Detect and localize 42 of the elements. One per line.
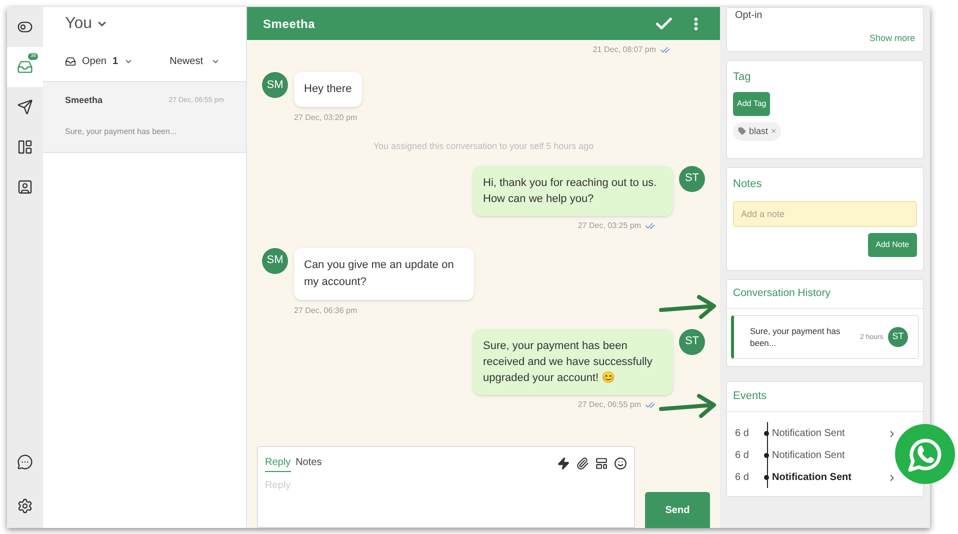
composer-tab[interactable]: Reply [265, 455, 291, 472]
message-bubble: Can you give me an update on my account? [294, 248, 474, 300]
status-filter[interactable]: Open 1 [65, 54, 134, 68]
inbox-title[interactable]: You [43, 7, 246, 41]
remove-tag-button[interactable]: × [771, 126, 776, 136]
history-text: Sure, your payment has been... [750, 325, 842, 349]
event-label: Notification Sent [772, 449, 846, 463]
event-label: Notification Sent [772, 471, 852, 485]
chat-title: Smeetha [263, 16, 316, 32]
sort-dropdown[interactable]: Newest [170, 54, 224, 68]
optin-label: Opt-in [735, 10, 764, 22]
section-title: Conversation History [727, 280, 923, 309]
event-age: 6 d [735, 471, 750, 485]
section-title: Events [727, 382, 923, 412]
message-bubble: Hey there [294, 72, 362, 107]
event-age: 6 d [735, 427, 750, 441]
event-label: Notification Sent [772, 427, 846, 441]
contact-name: Smeetha [65, 94, 103, 107]
message-time: 27 Dec, 06:36 pm [294, 304, 358, 316]
system-message: You assigned this conversation to your self 5 hours ago [373, 140, 594, 153]
message-time: 27 Dec, 06:55 pm [578, 398, 641, 410]
tag-label: blast [749, 124, 768, 138]
note-field[interactable]: Add a note [733, 200, 917, 226]
avatar: ST [679, 328, 705, 354]
event-age: 6 d [735, 449, 750, 463]
avatar: ST [888, 327, 908, 347]
avatar: SM [262, 72, 288, 98]
message-time: 27 Dec, 03:20 pm [294, 112, 358, 124]
composer-tab[interactable]: Notes [296, 455, 322, 472]
avatar: ST [679, 166, 705, 192]
message-preview: Sure, your payment has been... [65, 126, 178, 138]
message-time: 21 Dec, 08:07 pm [592, 44, 656, 56]
avatar: SM [262, 248, 288, 274]
send-button[interactable]: Send [645, 492, 710, 528]
add-note-button[interactable]: Add Note [868, 232, 917, 256]
add-tag-button[interactable]: Add Tag [733, 92, 770, 116]
show-more-link[interactable]: Show more [869, 32, 915, 45]
message-time: 27 Dec, 03:25 pm [578, 220, 641, 232]
section-title: Notes [733, 177, 763, 192]
message-bubble: Hi, thank you for reaching out to us. How can we help you? [473, 166, 673, 216]
message-bubble: Sure, your payment has been received and we have successfully upgraded your account! 😊 [473, 328, 673, 394]
section-title: Tag [733, 70, 752, 85]
